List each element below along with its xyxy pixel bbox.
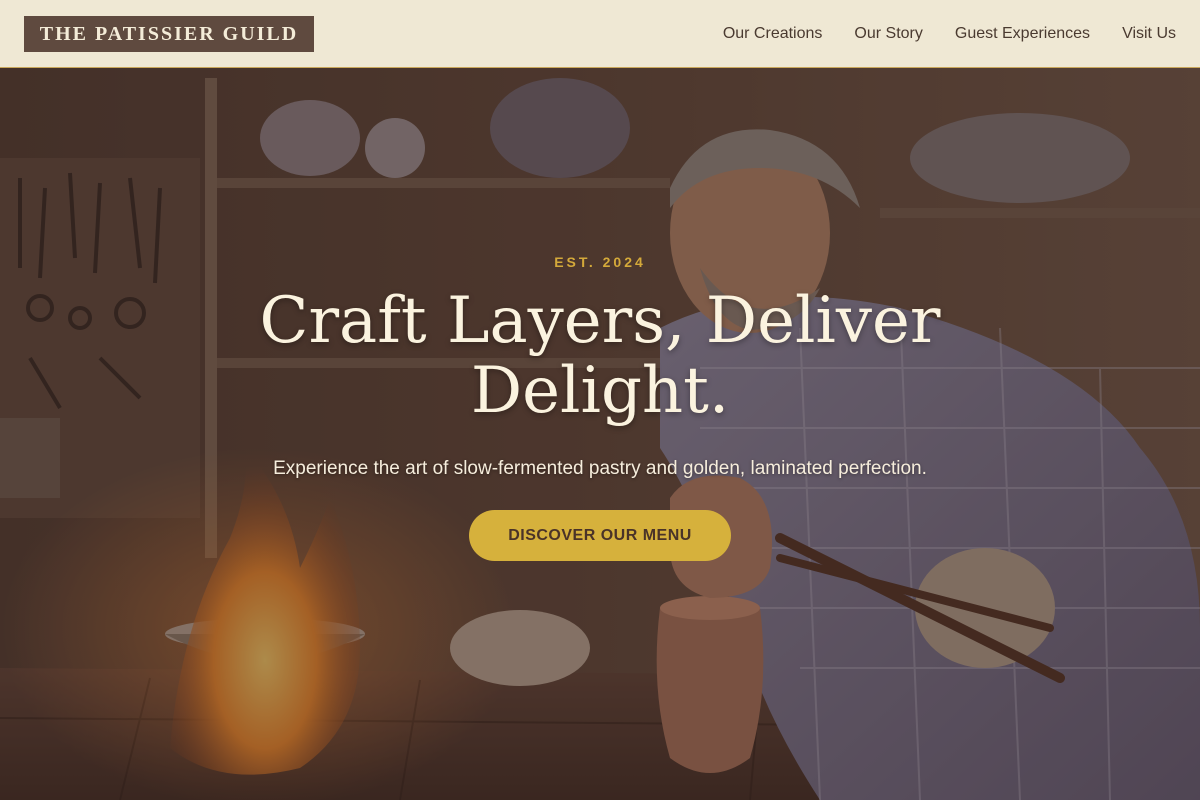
brand-name: THE PATISSIER GUILD	[39, 22, 299, 45]
discover-menu-button[interactable]: DISCOVER OUR MENU	[469, 510, 731, 561]
hero-overlay	[0, 68, 1200, 800]
hero-headline: Craft Layers, Deliver Delight.	[259, 284, 941, 428]
nav-link-guest-experiences[interactable]: Guest Experiences	[955, 25, 1090, 43]
hero-section: EST. 2024 Craft Layers, Deliver Delight.…	[0, 68, 1200, 800]
brand-logo[interactable]: THE PATISSIER GUILD	[24, 16, 314, 52]
hero-eyebrow: EST. 2024	[554, 254, 646, 270]
hero-subhead: Experience the art of slow-fermented pas…	[273, 458, 927, 479]
main-nav: Our Creations Our Story Guest Experience…	[723, 0, 1176, 68]
nav-link-our-story[interactable]: Our Story	[854, 25, 922, 43]
nav-link-visit-us[interactable]: Visit Us	[1122, 25, 1176, 43]
nav-link-our-creations[interactable]: Our Creations	[723, 25, 823, 43]
site-header: THE PATISSIER GUILD Our Creations Our St…	[0, 0, 1200, 68]
